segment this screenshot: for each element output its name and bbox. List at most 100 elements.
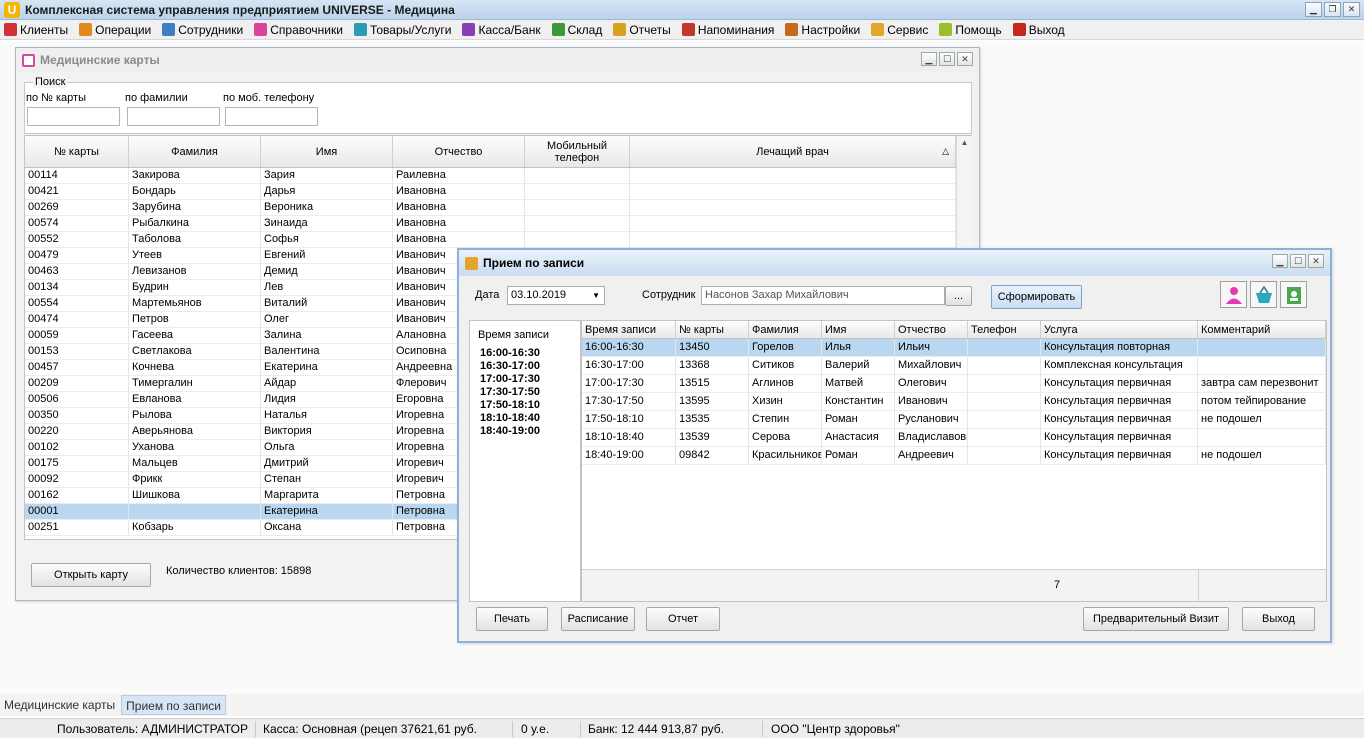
table-cell: Наталья (261, 408, 393, 423)
menu-item-10[interactable]: Сервис (867, 20, 935, 40)
minimize-icon[interactable]: ▁ (921, 52, 937, 66)
table-row[interactable]: 17:50-18:10 13535 Степин Роман Русланович Кон… (582, 411, 1326, 429)
generate-button[interactable]: Сформировать (991, 285, 1082, 309)
open-card-button[interactable]: Открыть карту (31, 563, 151, 587)
menu-item-0[interactable]: Клиенты (0, 20, 75, 40)
time-slot[interactable]: 16:30-17:00 (480, 360, 540, 373)
employee-field[interactable]: Насонов Захар Михайлович (701, 286, 945, 305)
pre-visit-button[interactable]: Предварительный Визит (1083, 607, 1229, 631)
menu-item-1[interactable]: Операции (75, 20, 158, 40)
appointments-titlebar[interactable]: Прием по записи (459, 250, 1330, 276)
close-icon[interactable]: ✕ (1308, 254, 1324, 268)
column-header[interactable]: Мобильный телефон (525, 136, 630, 167)
window-tab-1[interactable]: Прием по записи (121, 695, 226, 715)
table-row[interactable]: 17:30-17:50 13595 Хизин Константин Иванович К… (582, 393, 1326, 411)
table-row[interactable]: 16:00-16:30 13450 Горелов Илья Ильич Консульт… (582, 339, 1326, 357)
column-header[interactable]: Комментарий (1198, 321, 1326, 338)
restore-icon[interactable]: ❐ (1324, 2, 1341, 17)
table-cell: 16:00-16:30 (582, 339, 676, 356)
table-cell: Зинаида (261, 216, 393, 231)
close-icon[interactable]: ✕ (1343, 2, 1360, 17)
menu-item-4[interactable]: Товары/Услуги (350, 20, 459, 40)
column-header[interactable]: Фамилия (749, 321, 822, 338)
table-cell (1198, 339, 1326, 356)
status-bar: Пользователь: АДМИНИСТРАТОР Касса: Основ… (0, 718, 1364, 738)
time-slots-title: Время записи (478, 329, 550, 341)
medical-card-icon (22, 53, 35, 67)
minimize-icon[interactable]: ▁ (1272, 254, 1288, 268)
print-button[interactable]: Печать (476, 607, 548, 631)
time-slot[interactable]: 17:50-18:10 (480, 399, 540, 412)
table-row[interactable]: 00574 Рыбалкина Зинаида Ивановна (25, 216, 971, 232)
menu-item-9[interactable]: Настройки (781, 20, 867, 40)
table-row[interactable]: 00269 Зарубина Вероника Ивановна (25, 200, 971, 216)
table-cell: Консультация первичная (1041, 375, 1198, 392)
column-header[interactable]: № карты (676, 321, 749, 338)
table-cell: 17:50-18:10 (582, 411, 676, 428)
column-header[interactable]: Время записи (582, 321, 676, 338)
employee-browse-button[interactable]: ... (945, 286, 972, 306)
table-row[interactable]: 18:10-18:40 13539 Серова Анастасия Владислав… (582, 429, 1326, 447)
column-header-label: № карты (679, 323, 724, 336)
table-cell: Кочнева (129, 360, 261, 375)
search-surname-input[interactable] (127, 107, 220, 126)
time-slot[interactable]: 17:00-17:30 (480, 373, 540, 386)
window-tab-0[interactable]: Медицинские карты (0, 695, 119, 715)
date-picker[interactable]: 03.10.2019 ▼ (507, 286, 605, 305)
sort-ascending-icon[interactable]: △ (942, 145, 949, 157)
menu-item-12[interactable]: Выход (1009, 20, 1072, 40)
table-row[interactable]: 16:30-17:00 13368 Ситиков Валерий Михайлович… (582, 357, 1326, 375)
menu-item-2[interactable]: Сотрудники (158, 20, 250, 40)
column-header[interactable]: № карты (25, 136, 129, 167)
table-row[interactable]: 17:00-17:30 13515 Аглинов Матвей Олегович Кон… (582, 375, 1326, 393)
table-row[interactable]: 00421 Бондарь Дарья Ивановна (25, 184, 971, 200)
column-header[interactable]: Имя (822, 321, 895, 338)
table-cell: Матвей (822, 375, 895, 392)
table-row[interactable]: 00552 Таболова Софья Ивановна (25, 232, 971, 248)
id-card-icon[interactable] (1280, 281, 1307, 308)
menu-item-6[interactable]: Склад (548, 20, 610, 40)
table-cell: Шишкова (129, 488, 261, 503)
column-header-label: Лечащий врач (756, 145, 829, 158)
schedule-button[interactable]: Расписание (561, 607, 635, 631)
table-cell: 00421 (25, 184, 129, 199)
minimize-icon[interactable]: ▁ (1305, 2, 1322, 17)
time-slot[interactable]: 16:00-16:30 (480, 347, 540, 360)
table-row[interactable]: 18:40-19:00 09842 Красильников Роман Андреев… (582, 447, 1326, 465)
search-card-input[interactable] (27, 107, 120, 126)
menu-item-5[interactable]: Касса/Банк (458, 20, 547, 40)
table-cell (968, 339, 1041, 356)
column-header[interactable]: Отчество (393, 136, 525, 167)
table-cell: 13368 (676, 357, 749, 374)
maximize-icon[interactable]: ☐ (1290, 254, 1306, 268)
column-header[interactable]: Услуга (1041, 321, 1198, 338)
chevron-down-icon[interactable]: ▼ (592, 287, 600, 304)
column-header[interactable]: Фамилия (129, 136, 261, 167)
scroll-up-icon[interactable]: ▲ (957, 136, 972, 150)
column-header[interactable]: Лечащий врач △ (630, 136, 956, 167)
menu-item-label: Напоминания (697, 22, 775, 37)
client-icon[interactable] (1220, 281, 1247, 308)
table-cell: Софья (261, 232, 393, 247)
basket-icon[interactable] (1250, 281, 1277, 308)
column-header[interactable]: Имя (261, 136, 393, 167)
menu-item-label: Сервис (887, 22, 929, 37)
column-header[interactable]: Отчество (895, 321, 968, 338)
search-phone-input[interactable] (225, 107, 318, 126)
time-slot[interactable]: 18:40-19:00 (480, 425, 540, 438)
menu-item-3[interactable]: Справочники (250, 20, 350, 40)
menu-item-8[interactable]: Напоминания (678, 20, 782, 40)
close-icon[interactable]: ✕ (957, 52, 973, 66)
menu-item-11[interactable]: Помощь (935, 20, 1008, 40)
column-header[interactable]: Телефон (968, 321, 1041, 338)
table-row[interactable]: 00114 Закирова Зария Раилевна (25, 168, 971, 184)
menu-item-7[interactable]: Отчеты (609, 20, 677, 40)
medical-cards-titlebar[interactable]: Медицинские карты (16, 48, 979, 72)
warehouse-icon (551, 23, 565, 36)
table-cell (630, 216, 956, 231)
time-slot[interactable]: 18:10-18:40 (480, 412, 540, 425)
report-button[interactable]: Отчет (646, 607, 720, 631)
time-slot[interactable]: 17:30-17:50 (480, 386, 540, 399)
maximize-icon[interactable]: ☐ (939, 52, 955, 66)
exit-button[interactable]: Выход (1242, 607, 1315, 631)
